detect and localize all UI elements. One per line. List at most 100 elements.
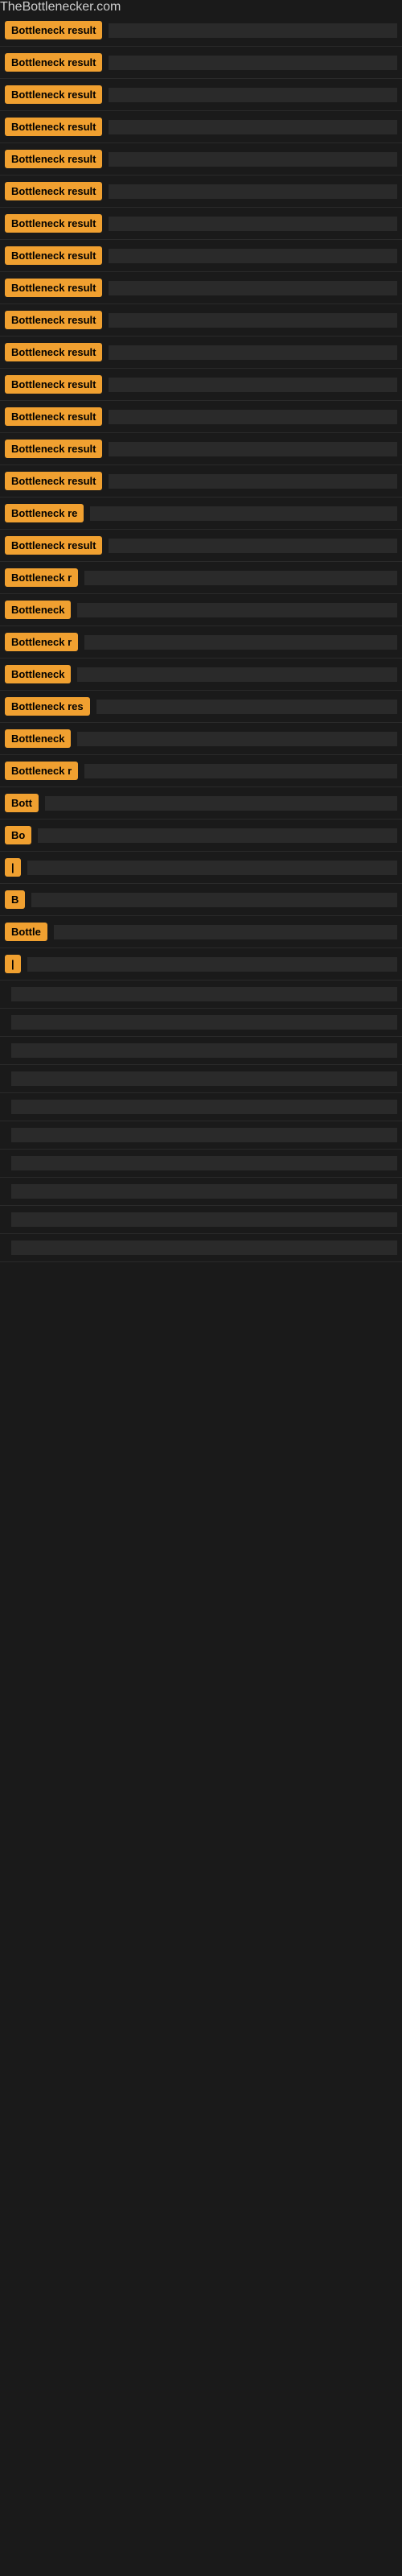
bottleneck-bar [109, 281, 397, 295]
bottleneck-badge: Bott [5, 794, 39, 812]
bottleneck-badge: Bottleneck result [5, 536, 102, 555]
list-item [0, 1065, 402, 1093]
bottleneck-bar [109, 184, 397, 199]
list-item: | [0, 948, 402, 980]
list-item: Bottleneck result [0, 175, 402, 208]
bottleneck-bar [109, 474, 397, 489]
bottleneck-bar [109, 120, 397, 134]
list-item: Bottleneck res [0, 691, 402, 723]
list-item: Bottleneck result [0, 304, 402, 336]
bottleneck-bar [109, 378, 397, 392]
bottleneck-bar [77, 603, 397, 617]
bottleneck-bar [77, 732, 397, 746]
list-item: Bo [0, 819, 402, 852]
bottleneck-badge: Bottleneck result [5, 472, 102, 490]
bottleneck-bar [109, 56, 397, 70]
list-item: Bottleneck result [0, 111, 402, 143]
bottleneck-bar [11, 1015, 397, 1030]
bottleneck-badge: Bottleneck res [5, 697, 90, 716]
list-item: B [0, 884, 402, 916]
bottleneck-bar [11, 1156, 397, 1170]
bottleneck-bar [11, 1100, 397, 1114]
bottleneck-bar [109, 249, 397, 263]
bottleneck-badge: B [5, 890, 25, 909]
list-item: Bottleneck result [0, 143, 402, 175]
bottleneck-bar [109, 23, 397, 38]
list-item [0, 1093, 402, 1121]
bottleneck-bar [31, 893, 397, 907]
list-item: Bottleneck result [0, 240, 402, 272]
list-item [0, 1121, 402, 1150]
list-item: Bottleneck r [0, 626, 402, 658]
bottleneck-badge: Bottleneck [5, 601, 71, 619]
bottleneck-bar [45, 796, 397, 811]
bottleneck-badge: Bottleneck re [5, 504, 84, 522]
bottleneck-bar [11, 1184, 397, 1199]
bottleneck-bar [109, 442, 397, 456]
list-item: Bottleneck [0, 658, 402, 691]
bottleneck-badge: Bottleneck result [5, 246, 102, 265]
bottleneck-badge: | [5, 858, 21, 877]
site-title: TheBottlenecker.com [0, 0, 402, 14]
bottleneck-bar [27, 861, 397, 875]
bottleneck-bar [109, 217, 397, 231]
bottleneck-bar [54, 925, 397, 939]
bottleneck-badge: Bottleneck result [5, 440, 102, 458]
list-item: Bottleneck result [0, 336, 402, 369]
list-item [0, 1150, 402, 1178]
bottleneck-badge: Bottleneck r [5, 762, 78, 780]
bottleneck-badge: Bottleneck result [5, 375, 102, 394]
list-item: Bottleneck result [0, 272, 402, 304]
list-item: Bottleneck result [0, 401, 402, 433]
bottleneck-badge: Bottleneck result [5, 118, 102, 136]
list-item: | [0, 852, 402, 884]
bottleneck-bar [84, 571, 397, 585]
bottleneck-badge: Bottleneck result [5, 150, 102, 168]
bottleneck-bar [38, 828, 397, 843]
list-item: Bottleneck result [0, 47, 402, 79]
list-item: Bottleneck re [0, 497, 402, 530]
list-item [0, 1037, 402, 1065]
bottleneck-bar [77, 667, 397, 682]
bottleneck-badge: Bottleneck [5, 665, 71, 683]
list-item: Bottleneck r [0, 755, 402, 787]
list-item: Bottleneck [0, 723, 402, 755]
bottleneck-badge: Bottleneck [5, 729, 71, 748]
bottleneck-bar [11, 1043, 397, 1058]
bottleneck-badge: Bottleneck result [5, 21, 102, 39]
list-item: Bottleneck result [0, 369, 402, 401]
list-item [0, 1206, 402, 1234]
bottleneck-bar [11, 1241, 397, 1255]
list-item: Bottleneck [0, 594, 402, 626]
bottleneck-bar [11, 987, 397, 1001]
bottleneck-bar [96, 700, 397, 714]
bottleneck-badge: Bottleneck result [5, 85, 102, 104]
bottleneck-badge: Bottleneck result [5, 343, 102, 361]
bottleneck-bar [84, 764, 397, 778]
bottleneck-badge: Bottleneck r [5, 568, 78, 587]
bottleneck-bar [109, 410, 397, 424]
list-item: Bott [0, 787, 402, 819]
bottleneck-bar [11, 1212, 397, 1227]
list-item: Bottleneck result [0, 465, 402, 497]
list-item: Bottleneck result [0, 79, 402, 111]
bottleneck-bar [27, 957, 397, 972]
bottleneck-bar [109, 88, 397, 102]
list-item: Bottle [0, 916, 402, 948]
bottleneck-badge: Bottleneck result [5, 182, 102, 200]
bottleneck-badge: Bottleneck result [5, 214, 102, 233]
bottleneck-badge: Bottleneck result [5, 53, 102, 72]
list-item [0, 1178, 402, 1206]
list-item: Bottleneck result [0, 208, 402, 240]
bottleneck-bar [109, 539, 397, 553]
list-item: Bottleneck result [0, 433, 402, 465]
bottleneck-badge: Bottleneck result [5, 279, 102, 297]
list-item [0, 980, 402, 1009]
bottleneck-bar [84, 635, 397, 650]
bottleneck-bar [109, 313, 397, 328]
bottleneck-badge: Bottleneck r [5, 633, 78, 651]
list-item: Bottleneck r [0, 562, 402, 594]
list-item: Bottleneck result [0, 530, 402, 562]
bottleneck-badge: | [5, 955, 21, 973]
bottleneck-bar [11, 1128, 397, 1142]
